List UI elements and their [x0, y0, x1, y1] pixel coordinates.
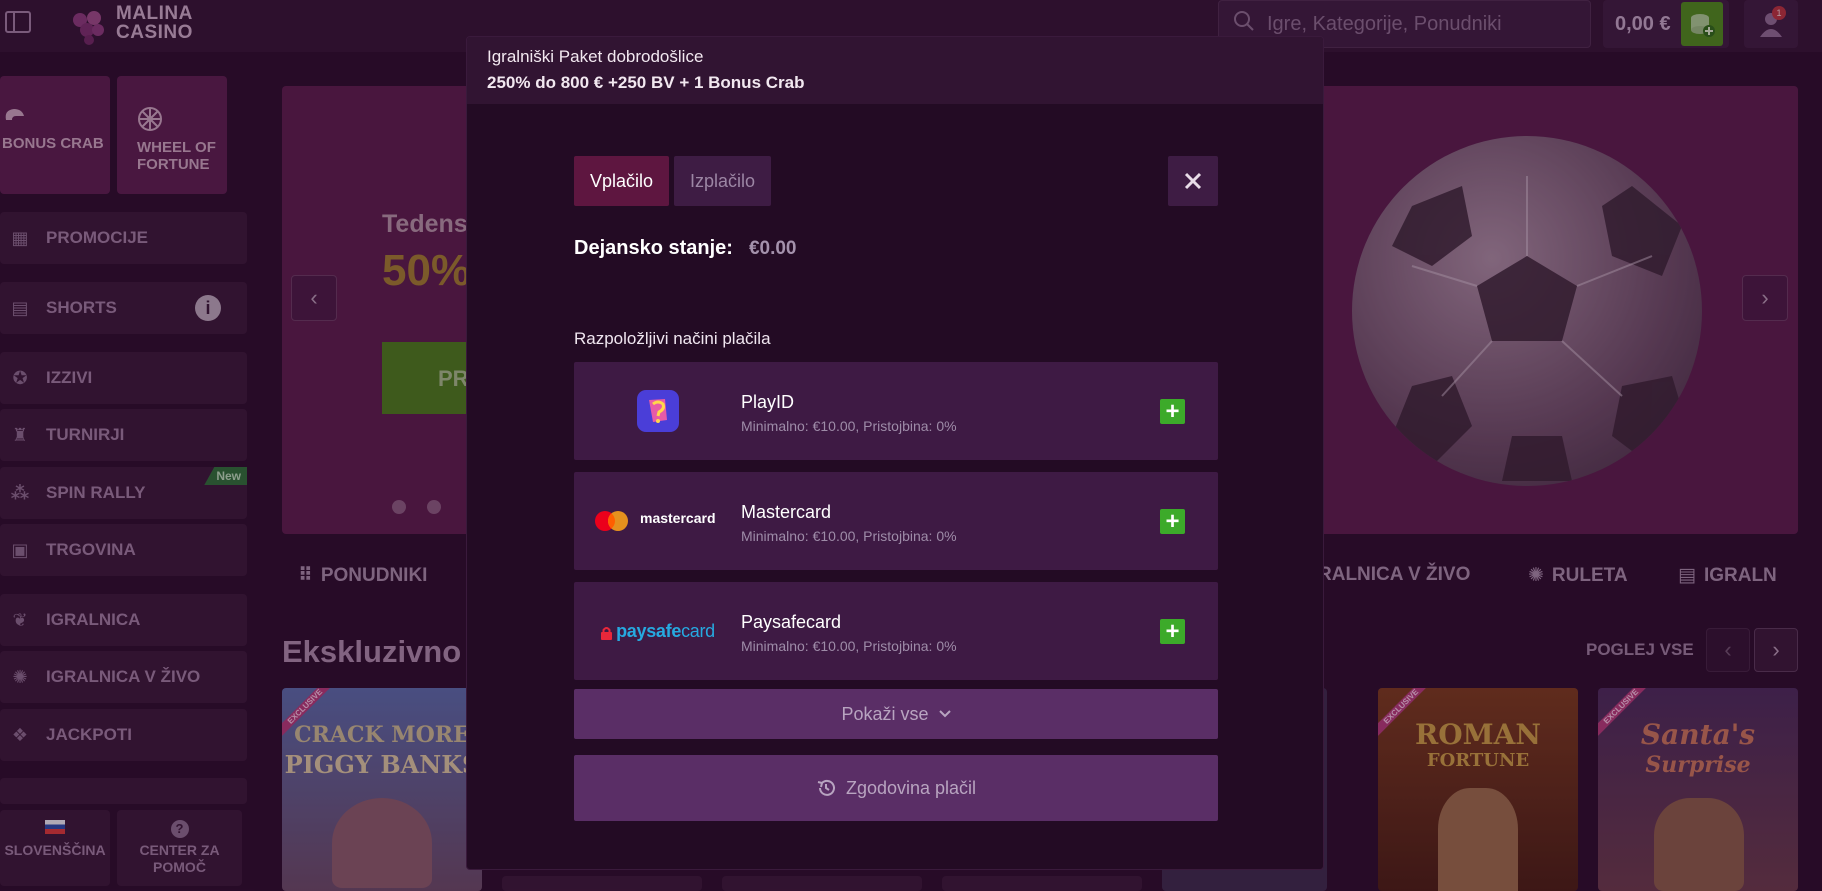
mastercard-logo: mastercard — [574, 472, 742, 570]
balance-value: €0.00 — [748, 238, 797, 259]
payment-history-button[interactable]: Zgodovina plačil — [574, 755, 1218, 821]
playid-logo — [574, 362, 742, 460]
show-all-button[interactable]: Pokaži vse — [574, 689, 1218, 739]
method-name: PlayID — [741, 392, 795, 412]
tab-withdraw[interactable]: Izplačilo — [674, 156, 771, 206]
mastercard-wordmark: mastercard — [640, 510, 716, 526]
method-name: Paysafecard — [741, 612, 842, 632]
payment-method-paysafecard[interactable]: paysafe card Paysafecard Minimalno: €10.0… — [574, 582, 1218, 680]
promo-title: Igralniški Paket dobrodošlice — [487, 47, 704, 66]
method-name: Mastercard — [741, 502, 832, 522]
method-limits: Minimalno: €10.00, Pristojbina: 0% — [741, 418, 957, 434]
card-wordmark: card — [681, 620, 715, 641]
promo-offer: 250% do 800 € +250 BV + 1 Bonus Crab — [487, 73, 805, 92]
real-balance: Dejansko stanje: €0.00 — [574, 237, 797, 260]
history-icon — [817, 779, 835, 796]
show-all-label: Pokaži vse — [841, 703, 929, 724]
add-method-button[interactable]: + — [1160, 509, 1185, 534]
close-icon — [1184, 172, 1202, 190]
history-label: Zgodovina plačil — [845, 777, 977, 798]
paysafe-wordmark: paysafe — [616, 620, 682, 641]
lock-icon — [601, 626, 613, 640]
payment-method-mastercard[interactable]: mastercard Mastercard Minimalno: €10.00,… — [574, 472, 1218, 570]
add-method-button[interactable]: + — [1160, 399, 1185, 424]
payment-method-playid[interactable]: PlayID Minimalno: €10.00, Pristojbina: 0… — [574, 362, 1218, 460]
welcome-package-banner: Igralniški Paket dobrodošlice 250% do 80… — [467, 37, 1323, 104]
method-limits: Minimalno: €10.00, Pristojbina: 0% — [741, 638, 957, 654]
method-limits: Minimalno: €10.00, Pristojbina: 0% — [741, 528, 957, 544]
chevron-down-icon — [938, 710, 951, 718]
balance-label: Dejansko stanje: — [574, 237, 733, 259]
payment-modal: Igralniški Paket dobrodošlice 250% do 80… — [466, 36, 1324, 870]
paysafecard-logo: paysafe card — [574, 582, 742, 680]
payment-methods-title: Razpoložljivi načini plačila — [574, 329, 771, 348]
close-button[interactable] — [1168, 156, 1218, 206]
add-method-button[interactable]: + — [1160, 619, 1185, 644]
tab-deposit[interactable]: Vplačilo — [574, 156, 669, 206]
